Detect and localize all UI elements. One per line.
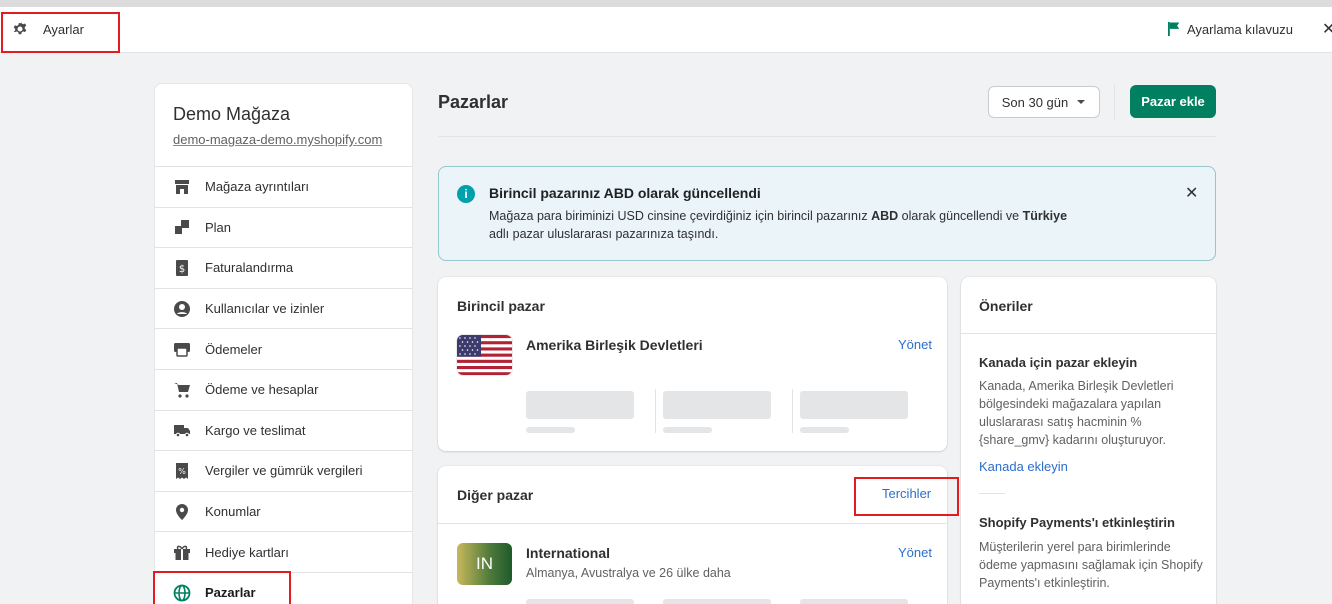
loading-placeholder (800, 391, 908, 419)
card-divider (438, 523, 947, 524)
sidebar-item-users[interactable]: Kullanıcılar ve izinler (155, 287, 412, 329)
sidebar-item-label: Ödeme ve hesaplar (205, 382, 319, 398)
sidebar-item-locations[interactable]: Konumlar (155, 490, 412, 532)
header-divider (1114, 84, 1115, 120)
loading-placeholder (800, 427, 849, 433)
add-canada-link[interactable]: Kanada ekleyin (979, 459, 1068, 474)
recommendations-card: Öneriler Kanada için pazar ekleyin Kanad… (961, 277, 1216, 604)
flag-icon (1168, 22, 1180, 36)
svg-text:%: % (178, 467, 186, 476)
us-flag-icon (457, 335, 512, 375)
market-subtitle: Almanya, Avustralya ve 26 ülke daha (526, 566, 731, 580)
banner-title: Birincil pazarınız ABD olarak güncellend… (489, 185, 761, 201)
primary-market-card: Birincil pazar Amerika Birleşik Devletle… (438, 277, 947, 451)
close-icon[interactable]: ✕ (1185, 183, 1198, 203)
loading-placeholder (663, 599, 771, 604)
setup-guide-button[interactable]: Ayarlama kılavuzu (1167, 21, 1293, 37)
period-label: Son 30 gün (1001, 94, 1069, 110)
metric-separator (792, 389, 793, 433)
truck-icon (173, 421, 191, 439)
recommendation-text: Müşterilerin yerel para birimlerinde öde… (979, 540, 1203, 590)
header-rule (438, 136, 1216, 137)
sidebar-item-label: Plan (205, 219, 232, 235)
setup-guide-label: Ayarlama kılavuzu (1187, 21, 1293, 37)
sidebar-item-label: Mağaza ayrıntıları (205, 179, 310, 195)
cart-icon (173, 381, 191, 399)
sidebar-item-taxes[interactable]: % Vergiler ve gümrük vergileri (155, 450, 412, 491)
plan-icon (173, 218, 191, 236)
period-select[interactable]: Son 30 gün (988, 86, 1100, 118)
store-url-link[interactable]: demo-magaza-demo.myshopify.com (173, 132, 382, 147)
chevron-down-icon (1077, 100, 1086, 104)
highlight-preferences (854, 477, 959, 516)
metric-separator (655, 389, 656, 433)
recommendation-text: Kanada, Amerika Birleşik Devletleri bölg… (979, 379, 1174, 447)
sidebar-item-label: Kullanıcılar ve izinler (205, 301, 325, 317)
sidebar-item-billing[interactable]: $ Faturalandırma (155, 247, 412, 288)
sidebar-item-gift-cards[interactable]: Hediye kartları (155, 531, 412, 572)
browser-strip (0, 0, 1332, 7)
market-badge: IN (457, 543, 512, 585)
recommendation-title: Shopify Payments'ı etkinleştirin (979, 515, 1175, 530)
loading-placeholder (663, 391, 771, 419)
settings-nav: Mağaza ayrıntıları Plan $ Faturalandırma… (155, 166, 412, 604)
sidebar-item-shipping[interactable]: Kargo ve teslimat (155, 409, 412, 451)
manage-primary-market-link[interactable]: Yönet (898, 337, 932, 352)
sidebar-item-label: Kargo ve teslimat (205, 422, 306, 438)
market-name: International (526, 545, 611, 561)
svg-text:$: $ (179, 264, 185, 275)
add-market-button[interactable]: Pazar ekle (1130, 85, 1216, 118)
sidebar-item-label: Faturalandırma (205, 260, 294, 276)
info-icon: i (457, 185, 475, 203)
card-divider (961, 333, 1216, 334)
store-icon (173, 178, 191, 196)
payments-icon (173, 340, 191, 358)
loading-placeholder (800, 599, 908, 604)
close-icon[interactable]: ✕ (1322, 19, 1332, 39)
primary-market-title: Birincil pazar (457, 298, 545, 314)
sidebar-item-label: Hediye kartları (205, 544, 289, 560)
store-name: Demo Mağaza (173, 104, 291, 124)
sidebar-item-checkout[interactable]: Ödeme ve hesaplar (155, 368, 412, 410)
sidebar-item-store-details[interactable]: Mağaza ayrıntıları (155, 166, 412, 207)
billing-icon: $ (173, 259, 191, 277)
user-icon (173, 300, 191, 318)
loading-placeholder (663, 427, 712, 433)
info-banner: i Birincil pazarınız ABD olarak güncelle… (438, 166, 1216, 261)
tax-icon: % (173, 462, 191, 480)
loading-placeholder (526, 599, 634, 604)
settings-sidebar: Demo Mağaza demo-magaza-demo.myshopify.c… (154, 83, 413, 604)
highlight-markets (153, 571, 291, 604)
location-icon (173, 503, 191, 521)
banner-text: Mağaza para biriminizi USD cinsine çevir… (489, 209, 1068, 241)
other-markets-title: Diğer pazar (457, 487, 534, 503)
highlight-settings (1, 12, 120, 53)
primary-market-country: Amerika Birleşik Devletleri (526, 337, 703, 353)
loading-placeholder (526, 427, 575, 433)
recommendation-divider (979, 493, 1005, 494)
sidebar-item-label: Ödemeler (205, 341, 263, 357)
sidebar-item-label: Vergiler ve gümrük vergileri (205, 463, 363, 479)
loading-placeholder (526, 391, 634, 419)
sidebar-item-payments[interactable]: Ödemeler (155, 328, 412, 369)
sidebar-item-label: Konumlar (205, 504, 261, 520)
sidebar-item-plan[interactable]: Plan (155, 206, 412, 248)
manage-market-link[interactable]: Yönet (898, 545, 932, 560)
page-heading: Pazarlar (438, 92, 509, 112)
recommendations-title: Öneriler (979, 298, 1033, 314)
settings-topbar: Ayarlar Ayarlama kılavuzu ✕ (0, 7, 1332, 53)
gift-icon (173, 543, 191, 561)
recommendation-title: Kanada için pazar ekleyin (979, 355, 1138, 370)
